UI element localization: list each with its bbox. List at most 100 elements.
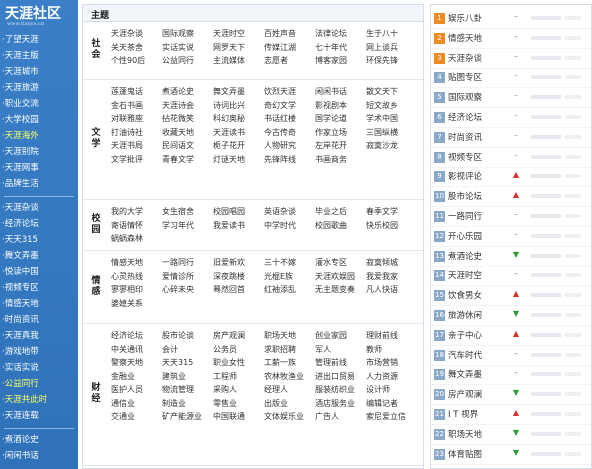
- topic-link[interactable]: 天涯诗会: [162, 99, 213, 113]
- sidebar-link[interactable]: ·了望天涯: [2, 32, 76, 48]
- ranking-row[interactable]: 11 一路同行 –: [431, 207, 591, 227]
- ranking-row[interactable]: 8 视频专区 –: [431, 148, 591, 168]
- topic-link[interactable]: 实话实说: [162, 41, 213, 55]
- topic-link[interactable]: 制造业: [162, 397, 213, 411]
- rank-board-name[interactable]: 汽车时代: [448, 349, 482, 361]
- sidebar-link[interactable]: ·视频专区: [2, 280, 76, 296]
- topic-link[interactable]: 饮烈天涯: [264, 85, 315, 99]
- sidebar-link[interactable]: ·天涯别院: [2, 144, 76, 160]
- sidebar-link[interactable]: ·大学校园: [2, 112, 76, 128]
- topic-link[interactable]: 建筑业: [162, 370, 213, 384]
- sidebar-link[interactable]: ·天涯网事: [2, 160, 76, 176]
- rank-board-name[interactable]: 天涯杂谈: [448, 52, 482, 64]
- ranking-row[interactable]: 1 娱乐八卦 –: [431, 9, 591, 29]
- rank-board-name[interactable]: 时尚资讯: [448, 131, 482, 143]
- sidebar-link[interactable]: ·天涯海外: [2, 128, 76, 144]
- rank-board-name[interactable]: 旅游休闲: [448, 309, 482, 321]
- topic-link[interactable]: 农林牧渔业: [264, 370, 315, 384]
- topic-link[interactable]: 天涯读书: [213, 126, 264, 140]
- ranking-row[interactable]: 14 天涯时空 –: [431, 266, 591, 287]
- topic-link[interactable]: 寂寞沙龙: [366, 139, 417, 153]
- topic-link[interactable]: 管理前线: [315, 356, 366, 370]
- sidebar-link[interactable]: ·公益同行: [2, 376, 76, 392]
- topic-link[interactable]: 书话红楼: [264, 112, 315, 126]
- topic-link[interactable]: 物流管理: [162, 383, 213, 397]
- topic-link[interactable]: 人力资源: [366, 370, 417, 384]
- topic-link[interactable]: 会计: [162, 343, 213, 357]
- ranking-row[interactable]: 12 开心乐园 –: [431, 227, 591, 247]
- rank-board-name[interactable]: 职场天地: [448, 428, 482, 440]
- topic-link[interactable]: 网罗天下: [213, 41, 264, 55]
- topic-link[interactable]: 医护人员: [111, 383, 162, 397]
- topic-link[interactable]: 中学时代: [264, 219, 315, 233]
- topic-link[interactable]: 进出口贸易: [315, 370, 366, 384]
- topic-link[interactable]: 人物研究: [264, 139, 315, 153]
- site-logo[interactable]: 天涯社区 www.tianya.cn: [3, 3, 75, 31]
- topic-link[interactable]: 中关通讯: [111, 343, 162, 357]
- ranking-row[interactable]: 7 时尚资讯 –: [431, 128, 591, 148]
- ranking-row[interactable]: 17 亲子中心 ▲: [431, 326, 591, 346]
- topic-link[interactable]: 服装纺织业: [315, 383, 366, 397]
- topic-link[interactable]: 对联雅座: [111, 112, 162, 126]
- rank-board-name[interactable]: 贴图专区: [448, 71, 482, 83]
- topic-link[interactable]: 收藏天地: [162, 126, 213, 140]
- ranking-row[interactable]: 15 饮食男女 ▲: [431, 286, 591, 307]
- topic-link[interactable]: 诗词比兴: [213, 99, 264, 113]
- topic-link[interactable]: 情感天地: [111, 256, 162, 270]
- topic-link[interactable]: 股市论谈: [162, 329, 213, 343]
- topic-link[interactable]: 心碎未央: [162, 283, 213, 297]
- sidebar-link[interactable]: ·实话实说: [2, 360, 76, 376]
- rank-board-name[interactable]: 经济论坛: [448, 111, 482, 123]
- topic-link[interactable]: 交通业: [111, 410, 162, 424]
- ranking-row[interactable]: 2 情感天地 –: [431, 29, 591, 49]
- topic-link[interactable]: 短文故乡: [366, 99, 417, 113]
- topic-link[interactable]: 出版业: [264, 397, 315, 411]
- topic-link[interactable]: 志愿者: [264, 54, 315, 68]
- topic-link[interactable]: 旧爱新欢: [213, 256, 264, 270]
- topic-link[interactable]: 国际观察: [162, 27, 213, 41]
- sidebar-link[interactable]: ·天涯共此时: [2, 392, 76, 408]
- topic-link[interactable]: 职场天地: [264, 329, 315, 343]
- topic-link[interactable]: 女生宿舍: [162, 205, 213, 219]
- topic-link[interactable]: 蜗蜗森林: [111, 232, 162, 246]
- sidebar-link[interactable]: ·悦读中国: [2, 264, 76, 280]
- topic-link[interactable]: 求职招聘: [264, 343, 315, 357]
- rank-board-name[interactable]: 影视评论: [448, 170, 482, 182]
- topic-link[interactable]: 左岸花开: [315, 139, 366, 153]
- topic-link[interactable]: 矿产能源业: [162, 410, 213, 424]
- topic-link[interactable]: 房产观澜: [213, 329, 264, 343]
- topic-link[interactable]: 深夜跳楼: [213, 270, 264, 284]
- rank-board-name[interactable]: 娱乐八卦: [448, 12, 482, 24]
- topic-link[interactable]: 编辑记者: [366, 397, 417, 411]
- ranking-row[interactable]: 21 I T 视界 ▲: [431, 405, 591, 425]
- topic-link[interactable]: 索尼爱立信: [366, 410, 417, 424]
- topic-link[interactable]: 灌水专区: [315, 256, 366, 270]
- sidebar-link[interactable]: ·闲闲书话: [2, 448, 76, 464]
- sidebar-link[interactable]: ·天涯旅游: [2, 80, 76, 96]
- topic-link[interactable]: 科幻奥秘: [213, 112, 264, 126]
- topic-link[interactable]: 教师: [366, 343, 417, 357]
- topic-link[interactable]: 主流媒体: [213, 54, 264, 68]
- topic-link[interactable]: 青春文学: [162, 153, 213, 167]
- topic-link[interactable]: 文体娱乐业: [264, 410, 315, 424]
- sidebar-link[interactable]: ·天天315: [2, 232, 76, 248]
- topic-link[interactable]: 生于八十: [366, 27, 417, 41]
- topic-link[interactable]: 校园唱园: [213, 205, 264, 219]
- sidebar-link[interactable]: ·游戏地带: [2, 344, 76, 360]
- topic-link[interactable]: 金石书画: [111, 99, 162, 113]
- topic-link[interactable]: 校园歌曲: [315, 219, 366, 233]
- sidebar-link[interactable]: ·时尚资讯: [2, 312, 76, 328]
- topic-link[interactable]: 三十不嫁: [264, 256, 315, 270]
- rank-board-name[interactable]: 开心乐园: [448, 230, 482, 242]
- topic-link[interactable]: 传媒江湖: [264, 41, 315, 55]
- topic-link[interactable]: 环保先锋: [366, 54, 417, 68]
- topic-link[interactable]: 寄语情怀: [111, 219, 162, 233]
- sidebar-link[interactable]: ·职业交流: [2, 96, 76, 112]
- topic-link[interactable]: 三国纵横: [366, 126, 417, 140]
- topic-link[interactable]: 零售业: [213, 397, 264, 411]
- topic-link[interactable]: 快乐校园: [366, 219, 417, 233]
- topic-link[interactable]: 作家立场: [315, 126, 366, 140]
- ranking-row[interactable]: 3 天涯杂谈 –: [431, 49, 591, 69]
- topic-link[interactable]: 设计师: [366, 383, 417, 397]
- sidebar-link[interactable]: ·天涯主版: [2, 48, 76, 64]
